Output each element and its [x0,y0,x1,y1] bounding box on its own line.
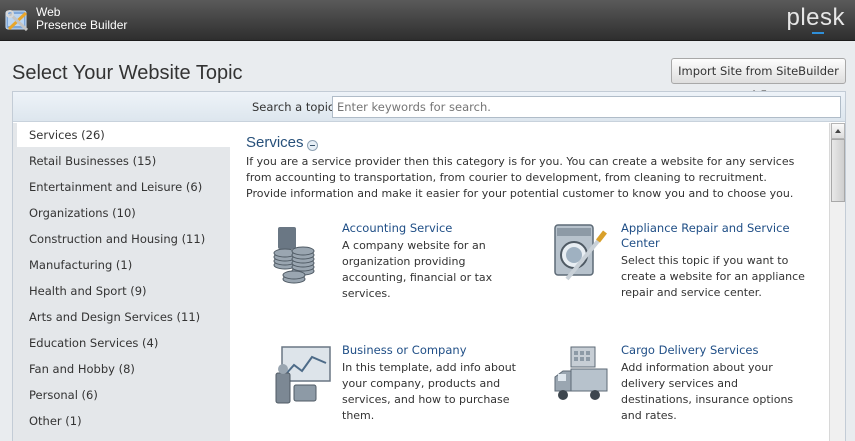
category-sidebar: Services (26) Retail Businesses (15) Ent… [13,123,230,441]
sidebar-item-entertainment[interactable]: Entertainment and Leisure (6) [17,175,230,199]
topic-title[interactable]: Business or Company [342,343,542,358]
sidebar-item-organizations[interactable]: Organizations (10) [17,201,230,225]
washing-machine-screwdriver-icon [554,224,607,281]
scroll-up-arrow-icon[interactable] [831,123,845,139]
sidebar-item-health[interactable]: Health and Sport (9) [17,279,230,303]
topic-title[interactable]: Appliance Repair and Service Center [621,221,821,251]
search-label: Search a topic [252,100,335,114]
topic-title[interactable]: Cargo Delivery Services [621,343,821,358]
topic-card-cargo-delivery[interactable]: Cargo Delivery Services Add information … [549,343,829,441]
topic-description: A company website for an organization pr… [342,239,493,300]
plesk-logo-accent [812,32,824,34]
topic-panel: Search a topic Services (26) Retail Busi… [12,91,846,441]
search-bar: Search a topic [13,92,845,122]
business-chart-icon [275,346,331,404]
topic-description: Add information about your delivery serv… [621,361,794,422]
wrench-pencil-icon [5,10,29,32]
app-title-line2: Presence Builder [36,18,128,32]
top-bar: Web Presence Builder plesk [0,0,855,41]
page-title: Select Your Website Topic [12,62,243,84]
sidebar-item-arts[interactable]: Arts and Design Services (11) [17,305,230,329]
collapse-icon[interactable] [307,140,318,151]
sidebar-item-education[interactable]: Education Services (4) [17,331,230,355]
topic-card-accounting[interactable]: Accounting Service A company website for… [270,221,550,321]
content-scrollbar[interactable] [829,123,845,441]
delivery-truck-icon [554,346,608,400]
coins-stack-icon [273,227,315,284]
plesk-logo: plesk [786,4,845,31]
scroll-thumb[interactable] [831,139,845,202]
sidebar-item-other[interactable]: Other (1) [17,409,230,433]
sidebar-item-manufacturing[interactable]: Manufacturing (1) [17,253,230,277]
topic-description: Select this topic if you want to create … [621,254,805,299]
topic-title[interactable]: Accounting Service [342,221,542,236]
sidebar-item-hobby[interactable]: Fan and Hobby (8) [17,357,230,381]
section-description: If you are a service provider then this … [246,155,795,200]
search-input[interactable] [332,96,841,118]
topic-card-appliance-repair[interactable]: Appliance Repair and Service Center Sele… [549,221,829,321]
import-site-button[interactable]: Import Site from SiteBuilder 4.5 [671,58,846,102]
sidebar-item-personal[interactable]: Personal (6) [17,383,230,407]
section-title: Services [246,134,304,151]
app-title: Web Presence Builder [36,6,127,32]
sidebar-item-services[interactable]: Services (26) [17,123,230,147]
topic-description: In this template, add info about your co… [342,361,516,422]
topic-content: Services If you are a service provider t… [230,123,829,441]
sidebar-item-retail[interactable]: Retail Businesses (15) [17,149,230,173]
sidebar-item-construction[interactable]: Construction and Housing (11) [17,227,230,251]
topic-card-business[interactable]: Business or Company In this template, ad… [270,343,550,441]
